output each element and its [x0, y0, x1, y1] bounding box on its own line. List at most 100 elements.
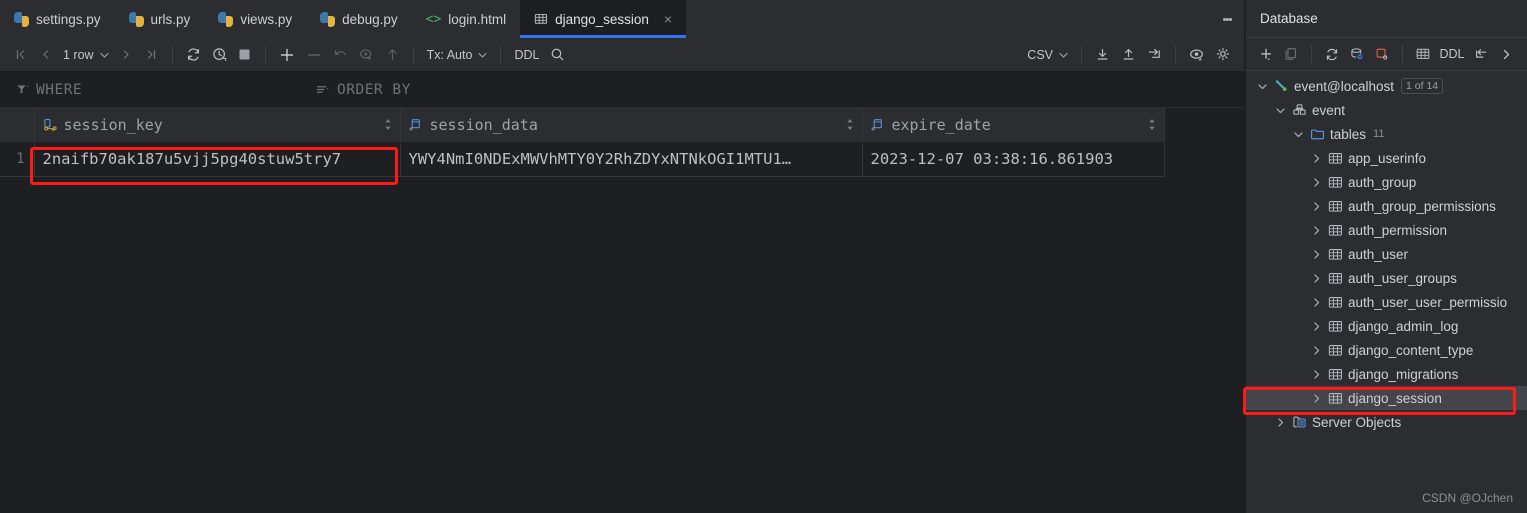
chevron-right-icon[interactable]	[1308, 153, 1324, 164]
last-page-button[interactable]	[140, 42, 164, 68]
upload-icon[interactable]	[380, 42, 405, 68]
database-icon[interactable]	[1345, 41, 1369, 67]
eye-icon[interactable]	[1184, 42, 1210, 68]
session-data-cell[interactable]: YWY4NmI0NDExMWVhMTY0Y2RhZDYxNTNkOGI1MTU1…	[400, 142, 863, 177]
tree-item-event-localhost[interactable]: event@localhost 1 of 14	[1246, 74, 1527, 98]
column-header-session-data[interactable]: session_data	[400, 108, 863, 143]
chevron-down-icon[interactable]	[1254, 81, 1270, 92]
chevron-down-icon[interactable]	[1290, 129, 1306, 140]
delete-row-button[interactable]	[301, 42, 327, 68]
schema-icon	[1292, 103, 1307, 117]
export-format-selector[interactable]: CSV	[1022, 42, 1073, 68]
refresh-icon[interactable]	[181, 42, 206, 68]
tree-item-auth-permission[interactable]: auth_permission	[1246, 218, 1527, 242]
chevron-right-icon[interactable]	[1308, 273, 1324, 284]
copy-icon[interactable]	[1279, 41, 1303, 67]
chevron-right-icon[interactable]	[1308, 177, 1324, 188]
tree-item-django-migrations[interactable]: django_migrations	[1246, 362, 1527, 386]
tree-item-server-objects[interactable]: Server Objects	[1246, 410, 1527, 434]
column-header-label: session_data	[429, 115, 538, 134]
sort-indicator-icon[interactable]	[384, 118, 392, 131]
tab-label: django_session	[555, 11, 649, 27]
chevron-right-icon[interactable]	[1308, 225, 1324, 236]
tab-debug-py[interactable]: debug.py	[306, 0, 412, 38]
where-label: WHERE	[36, 81, 83, 98]
download-icon[interactable]	[1090, 42, 1115, 68]
chevron-right-icon[interactable]	[1272, 417, 1288, 428]
add-row-button[interactable]	[274, 42, 300, 68]
tree-item-event[interactable]: event	[1246, 98, 1527, 122]
chevron-right-icon[interactable]	[1308, 369, 1324, 380]
chevron-right-icon[interactable]	[1308, 321, 1324, 332]
search-icon[interactable]	[545, 42, 570, 68]
plus-icon[interactable]	[1254, 41, 1278, 67]
modify-icon[interactable]	[1370, 41, 1394, 67]
next-page-button[interactable]	[115, 42, 139, 68]
jump-icon[interactable]	[1142, 42, 1167, 68]
submit-icon[interactable]	[354, 42, 379, 68]
order-by-filter[interactable]: ORDER BY	[300, 82, 411, 98]
table-icon[interactable]	[1411, 41, 1435, 67]
table-icon	[1328, 176, 1343, 189]
chevron-right-icon[interactable]	[1308, 393, 1324, 404]
refresh-icon[interactable]	[1320, 41, 1344, 67]
tree-item-django-admin-log[interactable]: django_admin_log	[1246, 314, 1527, 338]
close-icon[interactable]: ×	[664, 12, 672, 26]
gear-icon[interactable]	[1211, 42, 1236, 68]
table-icon	[1328, 296, 1343, 309]
sort-indicator-icon[interactable]	[846, 118, 854, 131]
first-page-button[interactable]	[8, 42, 32, 68]
csv-label: CSV	[1027, 47, 1053, 62]
tree-item-auth-user-user-permissio[interactable]: auth_user_user_permissio	[1246, 290, 1527, 314]
jump-icon[interactable]	[1469, 41, 1493, 67]
where-filter[interactable]: WHERE	[0, 82, 300, 98]
chevron-down-icon	[100, 52, 109, 58]
tab-urls-py[interactable]: urls.py	[115, 0, 205, 38]
stop-icon[interactable]	[233, 42, 257, 68]
grid-corner-cell[interactable]	[0, 108, 35, 143]
expire-date-cell[interactable]: 2023-12-07 03:38:16.861903	[862, 142, 1165, 177]
results-table-head: session_key session_data expire_date	[0, 108, 1165, 143]
folder-icon	[1310, 128, 1325, 141]
tab-views-py[interactable]: views.py	[204, 0, 306, 38]
tree-item-django-session[interactable]: django_session	[1246, 386, 1527, 410]
tree-item-auth-user-groups[interactable]: auth_user_groups	[1246, 266, 1527, 290]
session-key-cell[interactable]: 2naifb70ak187u5vjj5pg40stuw5try7	[34, 142, 401, 177]
previous-page-button[interactable]	[33, 42, 57, 68]
revert-icon[interactable]	[328, 42, 353, 68]
table-row[interactable]: 1 2naifb70ak187u5vjj5pg40stuw5try7 YWY4N…	[0, 142, 1165, 177]
chevron-down-icon[interactable]	[1272, 105, 1288, 116]
sort-indicator-icon[interactable]	[1148, 118, 1156, 131]
tab-login-html[interactable]: <> login.html	[412, 0, 520, 38]
transaction-mode-selector[interactable]: Tx: Auto	[422, 42, 493, 68]
tab-settings-py[interactable]: settings.py	[0, 0, 115, 38]
ddl-button[interactable]: DDL	[509, 42, 544, 68]
chevron-right-icon[interactable]	[1308, 345, 1324, 356]
ddl-label: DDL	[1439, 47, 1465, 61]
tree-item-auth-group-permissions[interactable]: auth_group_permissions	[1246, 194, 1527, 218]
transaction-mode-label: Tx: Auto	[426, 47, 473, 62]
table-icon	[1328, 224, 1343, 237]
tree-item-app-userinfo[interactable]: app_userinfo	[1246, 146, 1527, 170]
tree-item-auth-group[interactable]: auth_group	[1246, 170, 1527, 194]
more-options-icon[interactable]	[1210, 0, 1244, 38]
tree-item-tables[interactable]: tables 11	[1246, 122, 1527, 146]
chevron-right-icon[interactable]	[1308, 249, 1324, 260]
chevron-right-icon[interactable]	[1495, 41, 1519, 67]
chevron-right-icon[interactable]	[1308, 201, 1324, 212]
database-tool-window: Database DDL event@localhost 1 of 14 eve…	[1245, 0, 1527, 513]
child-count-label: 11	[1373, 128, 1385, 140]
tree-item-auth-user[interactable]: auth_user	[1246, 242, 1527, 266]
sort-icon	[316, 83, 330, 96]
tree-item-django-content-type[interactable]: django_content_type	[1246, 338, 1527, 362]
chevron-down-icon	[478, 52, 487, 58]
tab-django-session[interactable]: django_session ×	[520, 0, 687, 38]
column-header-expire-date[interactable]: expire_date	[862, 108, 1165, 143]
row-count-selector[interactable]: 1 row	[58, 42, 114, 68]
import-icon[interactable]	[1116, 42, 1141, 68]
chevron-right-icon[interactable]	[1308, 297, 1324, 308]
tab-label: settings.py	[36, 11, 101, 27]
database-ddl-button[interactable]: DDL	[1436, 41, 1468, 67]
history-icon[interactable]	[207, 42, 232, 68]
column-header-session-key[interactable]: session_key	[34, 108, 401, 143]
